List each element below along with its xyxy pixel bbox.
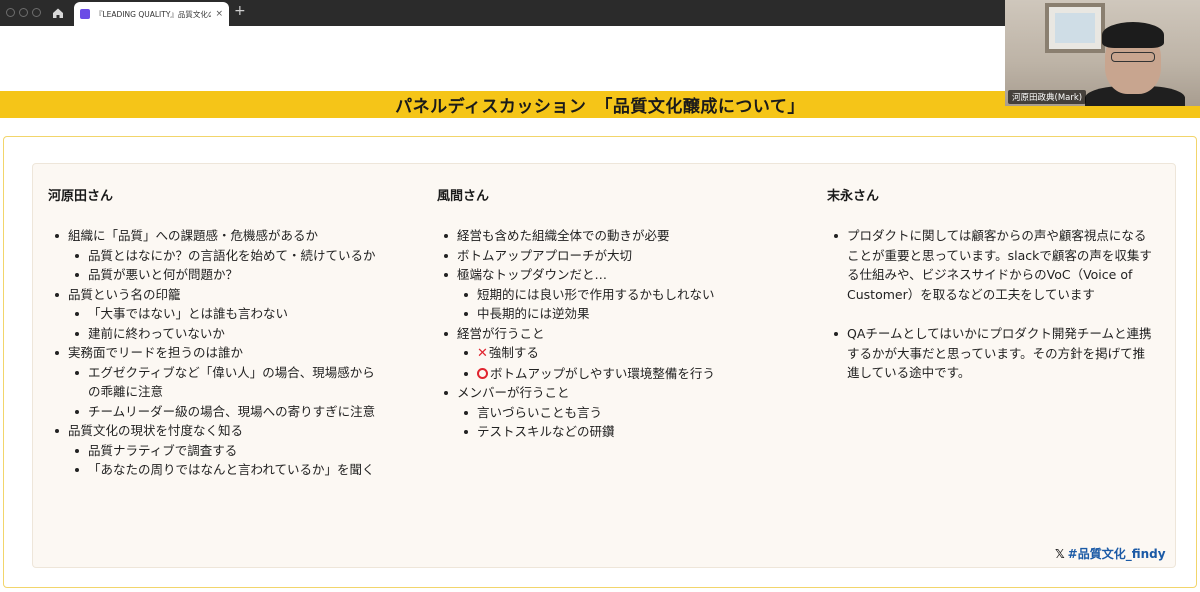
list-item: 組織に「品質」への課題感・危機感があるか 品質とはなにか？の言語化を始めて・続け… xyxy=(48,226,378,285)
list-item: メンバーが行うこと 言いづらいことも言う テストスキルなどの研鑽 xyxy=(437,383,757,442)
list-item: 建前に終わっていないか xyxy=(68,324,378,344)
list-item: ✕強制する xyxy=(457,343,757,364)
list-item: 短期的には良い形で作用するかもしれない xyxy=(457,285,757,305)
window-minimize-button[interactable] xyxy=(19,8,28,17)
list-item: QAチームとしてはいかにプロダクト開発チームと連携するかが大事だと思っています。… xyxy=(827,324,1157,383)
list-item: 言いづらいことも言う xyxy=(457,403,757,423)
list-item: エグゼクティブなど「偉い人」の場合、現場感からの乖離に注意 xyxy=(68,363,378,402)
tab-title: 『LEADING QUALITY』品質文化の醸 xyxy=(95,9,212,19)
window-close-button[interactable] xyxy=(6,8,15,17)
hashtag-text: #品質文化_findy xyxy=(1067,547,1166,561)
list-item: プロダクトに関しては顧客からの声や顧客視点になることが重要と思っています。sla… xyxy=(827,226,1157,304)
list-item: テストスキルなどの研鑽 xyxy=(457,422,757,442)
hashtag: 𝕏 #品質文化_findy xyxy=(1055,545,1166,562)
slide-title: パネルディスカッション 「品質文化醸成について」 xyxy=(395,97,805,117)
home-icon[interactable] xyxy=(50,5,66,21)
circle-mark-icon xyxy=(477,367,488,379)
picture-frame xyxy=(1045,3,1105,53)
notion-favicon-icon xyxy=(80,9,90,19)
list-item: 品質文化の現状を忖度なく知る 品質ナラティブで調査する 「あなたの周りではなんと… xyxy=(48,421,378,480)
webcam-video: 河原田政典(Mark) xyxy=(1005,0,1200,106)
new-tab-icon[interactable]: + xyxy=(234,3,246,19)
list-item: チームリーダー級の場合、現場への寄りすぎに注意 xyxy=(68,402,378,422)
list-item: 「あなたの周りではなんと言われているか」を聞く xyxy=(68,460,378,480)
list-item: 経営も含めた組織全体での動きが必要 xyxy=(437,226,757,246)
tab-close-icon[interactable]: × xyxy=(215,9,223,19)
browser-tab[interactable]: 『LEADING QUALITY』品質文化の醸 × xyxy=(74,2,229,26)
list-item: ボトムアップアプローチが大切 xyxy=(437,246,757,266)
column-kazama: 風間さん 経営も含めた組織全体での動きが必要 ボトムアップアプローチが大切 極端… xyxy=(437,185,757,442)
participant-name-label: 河原田政典(Mark) xyxy=(1008,90,1087,104)
list-item: 経営が行うこと ✕強制する ボトムアップがしやすい環境整備を行う xyxy=(437,324,757,384)
column-kawarada: 河原田さん 組織に「品質」への課題感・危機感があるか 品質とはなにか？の言語化を… xyxy=(48,185,378,480)
glasses-icon xyxy=(1111,52,1155,62)
list-item: 品質が悪いと何が問題か？ xyxy=(68,265,378,285)
cross-mark-icon: ✕ xyxy=(477,346,488,361)
window-maximize-button[interactable] xyxy=(32,8,41,17)
column-suenaga: 末永さん プロダクトに関しては顧客からの声や顧客視点になることが重要と思っていま… xyxy=(827,185,1157,383)
list-item: ボトムアップがしやすい環境整備を行う xyxy=(457,364,757,384)
list-item: 品質ナラティブで調査する xyxy=(68,441,378,461)
x-logo-icon: 𝕏 xyxy=(1055,546,1065,561)
list-item: 品質という名の印籠 「大事ではない」とは誰も言わない 建前に終わっていないか xyxy=(48,285,378,344)
list-item: 極端なトップダウンだと… 短期的には良い形で作用するかもしれない 中長期的には逆… xyxy=(437,265,757,324)
speaker-name: 風間さん xyxy=(437,189,490,204)
list-item: 実務面でリードを担うのは誰か エグゼクティブなど「偉い人」の場合、現場感からの乖… xyxy=(48,343,378,421)
speaker-name: 末永さん xyxy=(827,189,880,204)
list-item: 「大事ではない」とは誰も言わない xyxy=(68,304,378,324)
speaker-name: 河原田さん xyxy=(48,189,114,204)
list-item: 中長期的には逆効果 xyxy=(457,304,757,324)
list-item: 品質とはなにか？の言語化を始めて・続けているか xyxy=(68,246,378,266)
browser-tab-bar: 『LEADING QUALITY』品質文化の醸 × + xyxy=(0,0,1005,26)
